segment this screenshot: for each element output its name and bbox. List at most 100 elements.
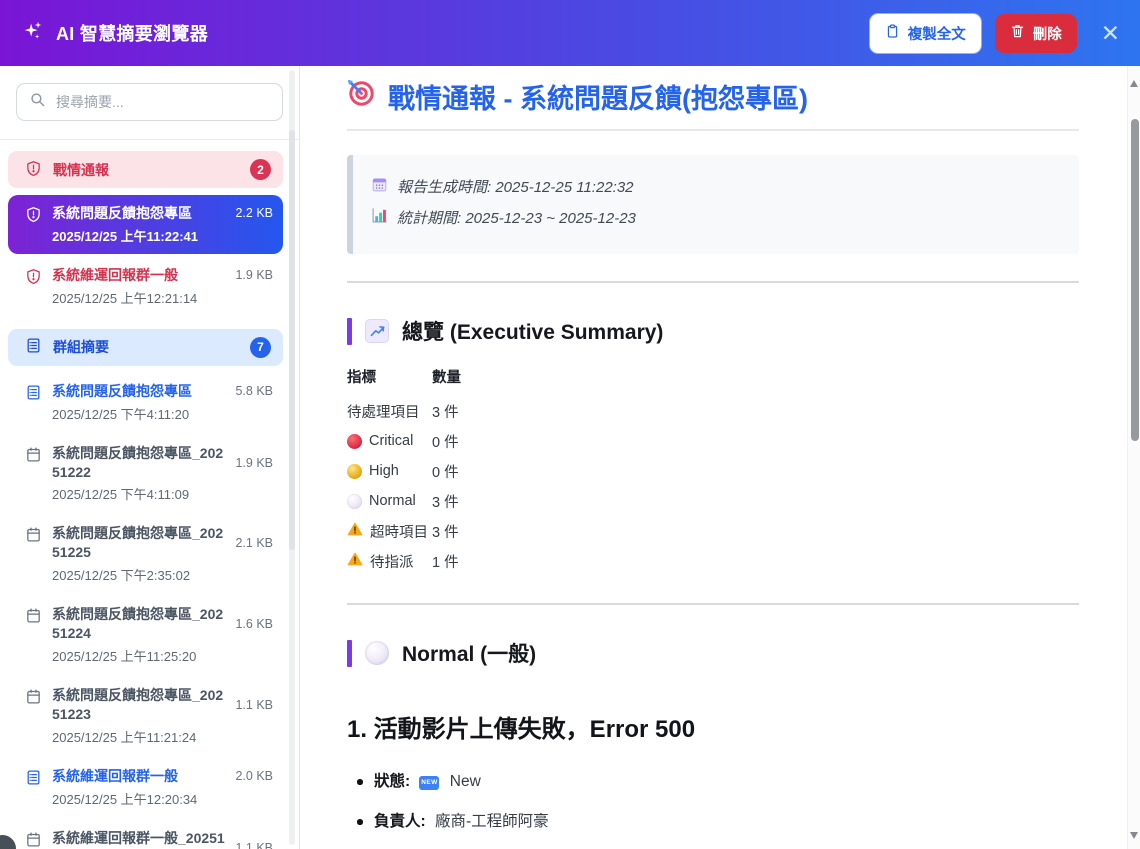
- app-title: AI 智慧摘要瀏覽器: [56, 20, 208, 46]
- report-period-line: 統計期間: 2025-12-23 ~ 2025-12-23: [371, 207, 1061, 228]
- item-date: 2025/12/25 下午4:11:20: [52, 404, 273, 423]
- item-size: 1.6 KB: [235, 617, 273, 631]
- sidebar-scrollbar-thumb[interactable]: [289, 130, 295, 550]
- list-item[interactable]: 系統問題反饋抱怨專區_20251225 2.1 KB 2025/12/25 下午…: [8, 515, 283, 593]
- list-item[interactable]: 系統問題反饋抱怨專區_20251224 1.6 KB 2025/12/25 上午…: [8, 596, 283, 674]
- list-item[interactable]: 系統維運回報群一般_20251225 1.1 KB 2025/12/25 上午1…: [8, 820, 283, 849]
- count-badge: 2: [250, 159, 271, 180]
- item-size: 5.8 KB: [235, 384, 273, 398]
- item-size: 1.1 KB: [235, 698, 273, 712]
- item-title: 系統問題反饋抱怨專區_20251225: [52, 524, 227, 562]
- item-size: 1.9 KB: [235, 268, 273, 282]
- page-title: 戰情通報 - 系統問題反饋(抱怨專區): [347, 77, 1079, 131]
- sidebar: 戰情通報 2 系統問題反饋抱怨專區 2.2 KB: [0, 66, 300, 849]
- table-row: Normal 3 件: [347, 486, 461, 516]
- issue-title: 1. 活動影片上傳失敗，Error 500: [347, 709, 1079, 744]
- search-icon: [29, 91, 46, 113]
- sidebar-category-alerts[interactable]: 戰情通報 2: [8, 151, 283, 188]
- item-date: 2025/12/25 上午12:20:34: [52, 789, 273, 808]
- app-brand: AI 智慧摘要瀏覽器: [22, 20, 208, 47]
- table-row: 待指派 1 件: [347, 546, 461, 576]
- item-date: 2025/12/25 上午11:21:24: [52, 727, 273, 746]
- section-accent-bar: [347, 318, 352, 345]
- item-size: 2.1 KB: [235, 536, 273, 550]
- table-row: High 0 件: [347, 456, 461, 486]
- search-box[interactable]: [16, 83, 283, 121]
- copy-full-text-button[interactable]: 複製全文: [869, 13, 982, 54]
- summary-section-heading: 總覽 (Executive Summary): [347, 316, 1079, 346]
- item-date: 2025/12/25 上午11:22:41: [52, 226, 273, 245]
- new-icon: NEW: [419, 776, 439, 790]
- critical-dot-icon: [347, 434, 362, 449]
- app-header: AI 智慧摘要瀏覽器 複製全文 刪除 ✕: [0, 0, 1140, 66]
- item-size: 1.1 KB: [235, 841, 273, 849]
- list-item[interactable]: 系統維運回報群一般 2.0 KB 2025/12/25 上午12:20:34: [8, 758, 283, 817]
- app-window: AI 智慧摘要瀏覽器 複製全文 刪除 ✕: [0, 0, 1140, 849]
- calendar-icon: [25, 605, 43, 665]
- item-title: 系統維運回報群一般: [52, 767, 227, 786]
- item-size: 2.0 KB: [235, 769, 273, 783]
- column-header: 數量: [432, 366, 461, 396]
- list-item[interactable]: 系統問題反饋抱怨專區_20251222 1.9 KB 2025/12/25 下午…: [8, 435, 283, 513]
- table-row: Critical 0 件: [347, 426, 461, 456]
- shield-alert-icon: [25, 204, 43, 245]
- bar-chart-icon: [371, 207, 388, 228]
- journal-list-icon: [25, 382, 43, 423]
- warning-icon: [347, 552, 363, 570]
- item-title: 系統維運回報群一般: [52, 266, 227, 285]
- item-title: 系統問題反饋抱怨專區_20251224: [52, 605, 227, 643]
- normal-section-heading: Normal (一般): [347, 638, 1079, 668]
- item-title: 系統問題反饋抱怨專區_20251223: [52, 686, 227, 724]
- summary-content: 戰情通報 - 系統問題反饋(抱怨專區) 報告生成時間: 2025-12-25 1…: [300, 66, 1127, 849]
- list-item-selected[interactable]: 系統問題反饋抱怨專區 2.2 KB 2025/12/25 上午11:22:41: [8, 195, 283, 254]
- item-size: 1.9 KB: [235, 456, 273, 470]
- calendar-icon: [371, 176, 388, 197]
- owner-line: 負責人: 廠商-工程師阿豪: [374, 811, 1079, 833]
- close-icon[interactable]: ✕: [1101, 22, 1120, 45]
- issue-details: 狀態: NEW New 負責人: 廠商-工程師阿豪 發生時間: 2025-12-…: [347, 771, 1079, 849]
- status-line: 狀態: NEW New: [374, 771, 1079, 793]
- clipboard-icon: [885, 23, 900, 43]
- item-size: 2.2 KB: [235, 206, 273, 220]
- sidebar-category-groups[interactable]: 群組摘要 7: [8, 329, 283, 366]
- warning-icon: [347, 522, 363, 540]
- scroll-down-arrow-icon[interactable]: [1130, 832, 1138, 839]
- list-item[interactable]: 系統維運回報群一般 1.9 KB 2025/12/25 上午12:21:14: [8, 257, 283, 316]
- table-row: 待處理項目 3 件: [347, 396, 461, 426]
- vertical-scrollbar[interactable]: [1127, 66, 1140, 849]
- white-circle-icon: [365, 641, 389, 665]
- divider: [347, 281, 1079, 283]
- calendar-icon: [25, 829, 43, 849]
- calendar-icon: [25, 686, 43, 746]
- item-title: 系統維運回報群一般_20251225: [52, 829, 227, 849]
- category-label: 群組摘要: [53, 337, 109, 357]
- journal-list-icon: [25, 767, 43, 808]
- list-item[interactable]: 系統問題反饋抱怨專區 5.8 KB 2025/12/25 下午4:11:20: [8, 373, 283, 432]
- category-label: 戰情通報: [53, 160, 109, 180]
- scrollbar-thumb[interactable]: [1131, 119, 1139, 441]
- trash-icon: [1010, 23, 1025, 43]
- item-title: 系統問題反饋抱怨專區: [52, 204, 227, 223]
- target-icon: [347, 79, 375, 114]
- item-date: 2025/12/25 下午4:11:09: [52, 484, 273, 503]
- item-date: 2025/12/25 上午11:25:20: [52, 646, 273, 665]
- list-item[interactable]: 系統問題反饋抱怨專區_20251223 1.1 KB 2025/12/25 上午…: [8, 677, 283, 755]
- table-row: 超時項目 3 件: [347, 516, 461, 546]
- delete-button[interactable]: 刪除: [995, 14, 1077, 53]
- report-generated-line: 報告生成時間: 2025-12-25 11:22:32: [371, 176, 1061, 197]
- search-input[interactable]: [56, 94, 270, 110]
- line-chart-icon: [365, 319, 389, 343]
- sparkles-icon: [22, 20, 44, 47]
- shield-alert-icon: [25, 266, 43, 307]
- summary-table: 指標 數量 待處理項目 3 件 Critical 0 件 High: [347, 366, 461, 576]
- journal-list-icon: [25, 337, 42, 357]
- calendar-icon: [25, 444, 43, 504]
- item-title: 系統問題反饋抱怨專區: [52, 382, 227, 401]
- item-title: 系統問題反饋抱怨專區_20251222: [52, 444, 227, 482]
- shield-alert-icon: [25, 160, 42, 180]
- scroll-up-arrow-icon[interactable]: [1130, 80, 1138, 87]
- sidebar-scrollbar[interactable]: [289, 70, 295, 845]
- calendar-icon: [25, 524, 43, 584]
- item-date: 2025/12/25 下午2:35:02: [52, 565, 273, 584]
- normal-dot-icon: [347, 494, 362, 509]
